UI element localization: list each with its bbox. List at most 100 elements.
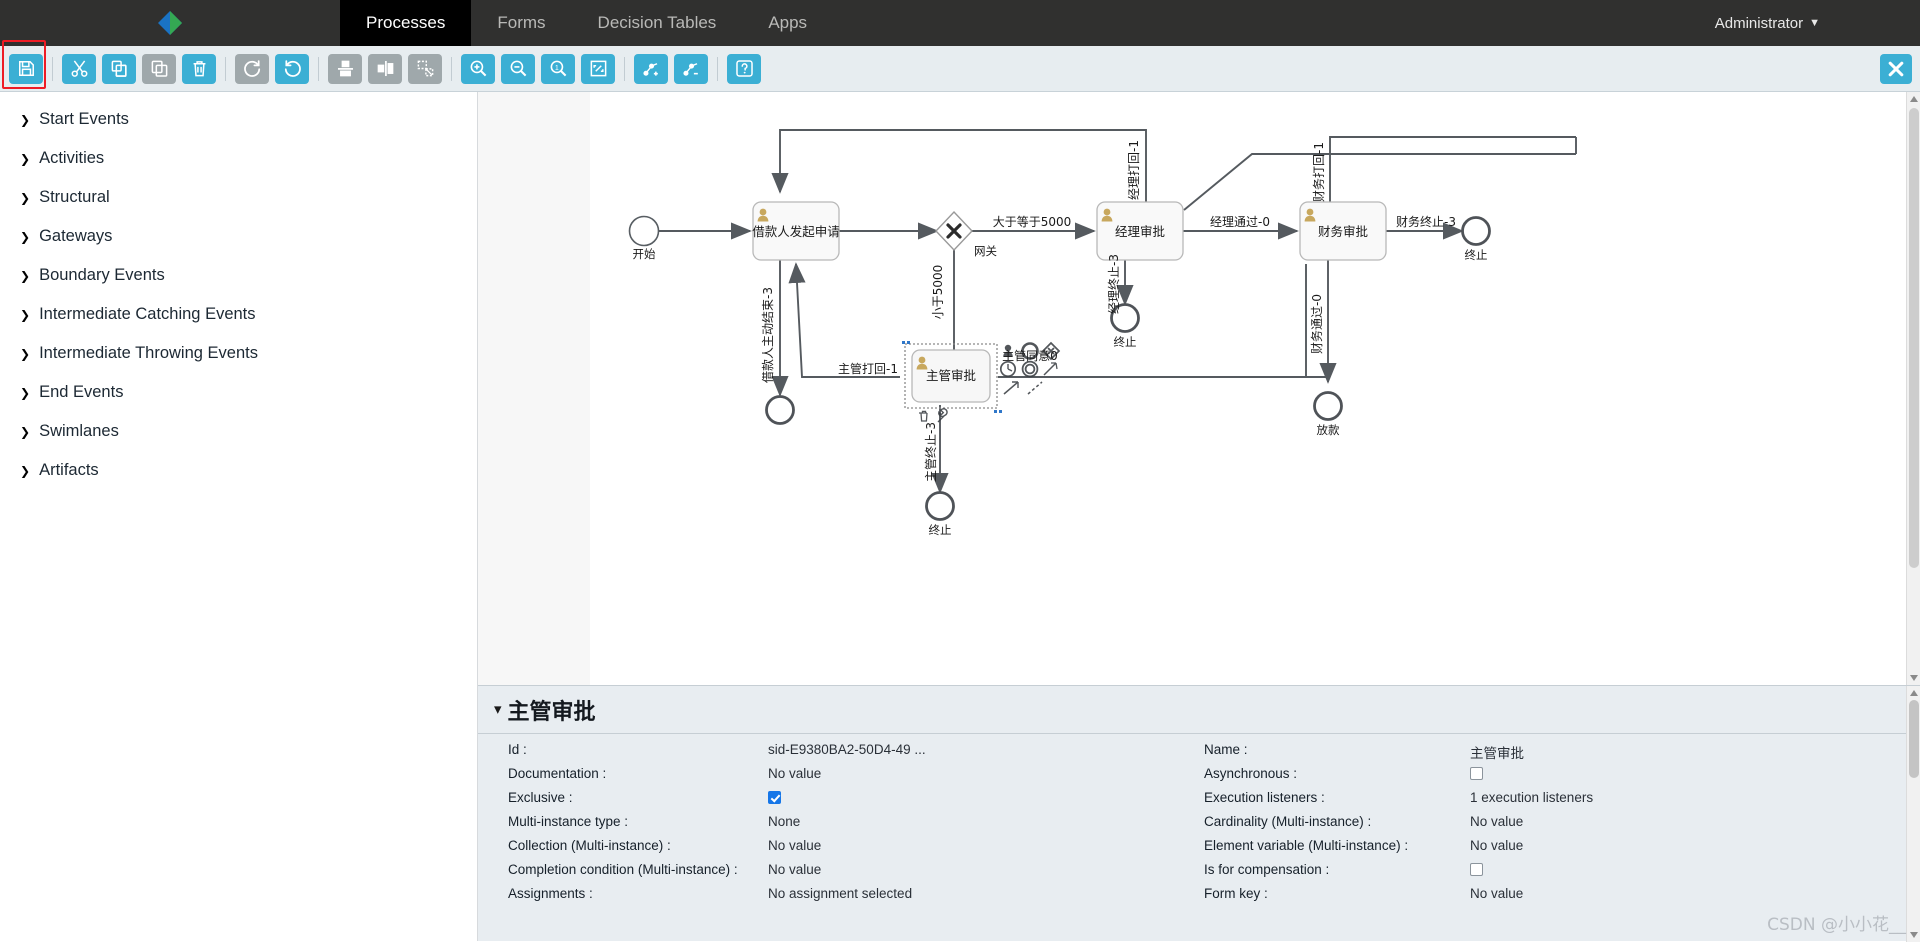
bpmn-task-finance[interactable]: 财务审批 xyxy=(1299,201,1387,261)
tab-processes[interactable]: Processes xyxy=(340,0,472,46)
cut-button[interactable] xyxy=(62,53,96,84)
scroll-down-icon[interactable] xyxy=(1910,675,1918,681)
scroll-up-icon[interactable] xyxy=(1910,690,1918,696)
intermediate-event-icon[interactable] xyxy=(1021,360,1039,378)
redo-button[interactable] xyxy=(235,53,269,84)
palette-group-swimlanes[interactable]: ❯ Swimlanes xyxy=(0,412,477,451)
bpmn-exclusive-gateway[interactable]: 网关 xyxy=(935,210,997,258)
scroll-up-icon[interactable] xyxy=(1910,96,1918,102)
tab-decision-tables[interactable]: Decision Tables xyxy=(572,0,743,46)
bpmn-end-event-supervisor[interactable]: 终止 xyxy=(925,491,955,538)
editor-body: ❯ Start Events ❯ Activities ❯ Structural… xyxy=(0,92,1920,942)
bpmn-end-event-apply[interactable] xyxy=(765,395,795,425)
diagram-canvas-sheet[interactable]: 开始 借款人发起申请 网关 经理审批 财务审批 主管审批 终止 终止 放款 终止… xyxy=(590,92,1908,685)
property-value[interactable]: No value xyxy=(1470,886,1523,901)
flow-label-ge5000: 大于等于5000 xyxy=(993,215,1072,229)
toolbar-separator xyxy=(52,56,53,81)
align-vertical-button[interactable] xyxy=(328,53,362,84)
flow-finance-reject-loop xyxy=(1329,136,1576,204)
exclusive-checkbox[interactable] xyxy=(768,791,781,804)
property-value[interactable]: No assignment selected xyxy=(768,886,912,901)
bpmn-task-apply[interactable]: 借款人发起申请 xyxy=(752,201,840,261)
end-event-manager-label: 终止 xyxy=(1114,335,1137,349)
flow-label-finance-pass: 财务通过-0 xyxy=(1309,294,1324,354)
user-menu[interactable]: Administrator ▼ xyxy=(1715,0,1920,46)
paste-button[interactable] xyxy=(142,53,176,84)
close-editor-button[interactable] xyxy=(1880,54,1912,84)
property-value[interactable]: No value xyxy=(768,766,821,781)
palette-group-label: Boundary Events xyxy=(39,266,165,284)
diagram-canvas[interactable]: 开始 借款人发起申请 网关 经理审批 财务审批 主管审批 终止 终止 放款 终止… xyxy=(478,92,1920,685)
same-size-button[interactable] xyxy=(408,53,442,84)
palette-group-gateways[interactable]: ❯ Gateways xyxy=(0,217,477,256)
zoom-out-button[interactable] xyxy=(501,53,535,84)
delete-icon[interactable] xyxy=(919,410,928,422)
palette-group-end-events[interactable]: ❯ End Events xyxy=(0,373,477,412)
align-horizontal-button[interactable] xyxy=(368,53,402,84)
tab-apps[interactable]: Apps xyxy=(742,0,833,46)
toolbar-separator xyxy=(318,56,319,81)
palette-group-label: End Events xyxy=(39,383,124,401)
palette-group-activities[interactable]: ❯ Activities xyxy=(0,139,477,178)
property-label: Completion condition (Multi-instance) : xyxy=(508,862,738,877)
property-label: Cardinality (Multi-instance) : xyxy=(1204,814,1372,829)
end-event-supervisor-label: 终止 xyxy=(929,523,952,537)
flow-supervisor-back-to-apply xyxy=(788,262,900,378)
properties-vertical-scrollbar[interactable] xyxy=(1906,686,1920,942)
bpmn-end-event-loan[interactable]: 放款 xyxy=(1313,391,1343,438)
property-value[interactable]: No value xyxy=(1470,838,1523,853)
sequence-flow-icon[interactable] xyxy=(1043,362,1058,376)
canvas-scroll-thumb[interactable] xyxy=(1909,108,1919,568)
flow-label-supervisor-reject: 主管打回-1 xyxy=(838,361,898,376)
delete-button[interactable] xyxy=(182,53,216,84)
property-row-id: Id : sid-E9380BA2-50D4-49 ... xyxy=(478,742,1180,766)
association-icon[interactable] xyxy=(1003,381,1019,395)
property-value[interactable]: No value xyxy=(768,862,821,877)
help-button[interactable] xyxy=(727,53,761,84)
property-label: Is for compensation : xyxy=(1204,862,1330,877)
property-value[interactable]: None xyxy=(768,814,800,829)
toolbar-separator xyxy=(451,56,452,81)
dashed-association-icon[interactable] xyxy=(1027,381,1043,395)
palette-group-structural[interactable]: ❯ Structural xyxy=(0,178,477,217)
palette-group-intermediate-catching-events[interactable]: ❯ Intermediate Catching Events xyxy=(0,295,477,334)
palette-group-start-events[interactable]: ❯ Start Events xyxy=(0,100,477,139)
property-value[interactable]: No value xyxy=(1470,814,1523,829)
properties-scroll-thumb[interactable] xyxy=(1909,700,1919,778)
timer-event-icon[interactable] xyxy=(999,360,1017,378)
scroll-down-icon[interactable] xyxy=(1910,932,1918,938)
property-value[interactable]: 1 execution listeners xyxy=(1470,790,1593,805)
property-label: Name : xyxy=(1204,742,1248,757)
add-bendpoint-button[interactable] xyxy=(634,53,668,84)
chevron-down-icon[interactable]: ▾ xyxy=(494,702,502,717)
property-label: Assignments : xyxy=(508,886,593,901)
property-value[interactable]: 主管审批 xyxy=(1470,742,1524,762)
palette-group-intermediate-throwing-events[interactable]: ❯ Intermediate Throwing Events xyxy=(0,334,477,373)
properties-left-column: Id : sid-E9380BA2-50D4-49 ... Documentat… xyxy=(478,734,1180,942)
property-value[interactable]: No value xyxy=(768,838,821,853)
app-logo[interactable] xyxy=(0,0,340,46)
tab-forms[interactable]: Forms xyxy=(471,0,571,46)
properties-header[interactable]: ▾ 主管审批 xyxy=(478,686,1920,734)
property-row-completion-condition: Completion condition (Multi-instance) : … xyxy=(478,862,1180,886)
palette-group-artifacts[interactable]: ❯ Artifacts xyxy=(0,451,477,490)
bpmn-start-event[interactable]: 开始 xyxy=(628,215,660,262)
zoom-in-button[interactable] xyxy=(461,53,495,84)
properties-panel: ▾ 主管审批 Id : sid-E9380BA2-50D4-49 ... Doc… xyxy=(478,685,1920,942)
property-value[interactable]: sid-E9380BA2-50D4-49 ... xyxy=(768,742,926,757)
bpmn-task-manager[interactable]: 经理审批 xyxy=(1096,201,1184,261)
canvas-vertical-scrollbar[interactable] xyxy=(1906,92,1920,685)
bpmn-task-supervisor[interactable]: 主管审批 xyxy=(902,341,1002,413)
asynchronous-checkbox[interactable] xyxy=(1470,767,1483,780)
property-label: Form key : xyxy=(1204,886,1268,901)
property-label: Execution listeners : xyxy=(1204,790,1325,805)
palette-group-boundary-events[interactable]: ❯ Boundary Events xyxy=(0,256,477,295)
copy-button[interactable] xyxy=(102,53,136,84)
remove-bendpoint-button[interactable] xyxy=(674,53,708,84)
is-for-compensation-checkbox[interactable] xyxy=(1470,863,1483,876)
bpmn-end-event-finance[interactable]: 终止 xyxy=(1461,216,1491,263)
undo-button[interactable] xyxy=(275,53,309,84)
zoom-fit-button[interactable] xyxy=(581,53,615,84)
zoom-actual-button[interactable]: 1 xyxy=(541,53,575,84)
save-button[interactable] xyxy=(9,53,43,84)
